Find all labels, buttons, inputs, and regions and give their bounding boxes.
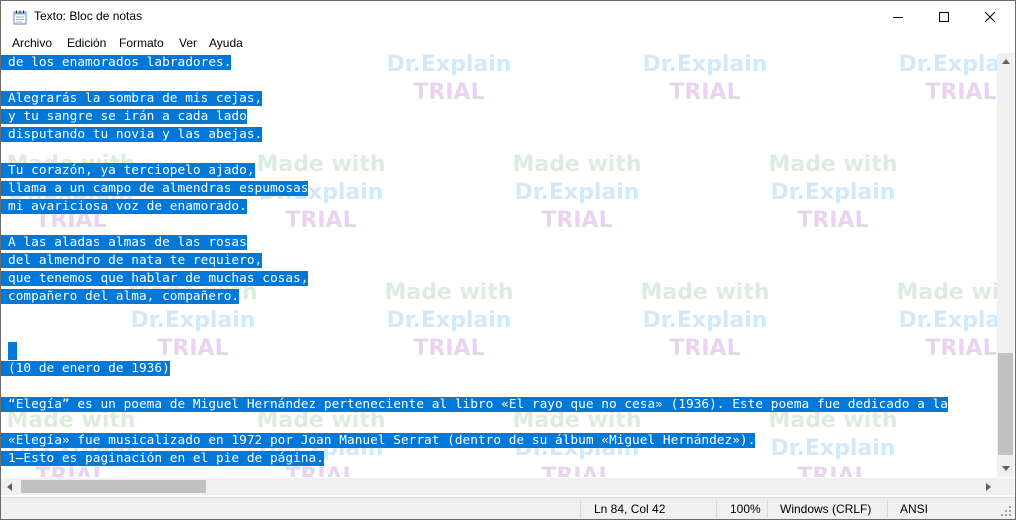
selected-text: A las aladas almas de las rosas: [1, 235, 247, 250]
selected-text: y tu sangre se irán a cada lado: [1, 109, 247, 124]
menu-edicion[interactable]: Edición: [67, 36, 106, 50]
horizontal-scroll-thumb[interactable]: [21, 480, 206, 493]
text-line: de los enamorados labradores.: [1, 54, 232, 72]
text-line: llama a un campo de almendras espumosas: [1, 180, 309, 198]
title-bar[interactable]: Texto: Bloc de notas: [1, 1, 1015, 33]
selected-text: disputando tu novia y las abejas.: [1, 127, 263, 142]
encoding: ANSI: [900, 502, 929, 516]
scrollbar-corner: [997, 478, 1014, 495]
text-line: mi avariciosa voz de enamorado.: [1, 198, 247, 216]
status-divider: [580, 500, 581, 518]
trial-watermark: Made withDr.ExplainTRIAL: [384, 280, 514, 361]
trial-watermark: Made withDr.ExplainTRIAL: [898, 53, 997, 105]
close-icon: [985, 12, 995, 22]
status-divider: [767, 500, 768, 518]
trial-watermark: Made withDr.ExplainTRIAL: [896, 280, 997, 361]
chevron-up-icon: [1001, 59, 1010, 64]
text-line: (10 de enero de 1936): [1, 360, 170, 378]
scroll-up-button[interactable]: [997, 53, 1014, 70]
selected-text: Alegrarás la sombra de mis cejas,: [1, 91, 263, 106]
text-line: compañero del alma, compañero.: [1, 288, 240, 306]
text-line: y tu sangre se irán a cada lado: [1, 108, 247, 126]
maximize-button[interactable]: [921, 1, 967, 33]
chevron-left-icon: [7, 482, 12, 491]
menu-formato[interactable]: Formato: [119, 36, 164, 50]
scroll-left-button[interactable]: [1, 478, 18, 495]
menu-ver[interactable]: Ver: [179, 36, 197, 50]
close-button[interactable]: [967, 1, 1013, 33]
minimize-button[interactable]: [875, 1, 921, 33]
selected-empty-line: [8, 342, 17, 360]
horizontal-scrollbar[interactable]: [1, 478, 997, 495]
zoom-level: 100%: [730, 502, 761, 516]
trial-watermark: Made withDr.ExplainTRIAL: [386, 53, 512, 105]
status-divider: [716, 500, 717, 518]
trial-watermark: Made withDr.ExplainTRIAL: [512, 152, 642, 233]
trial-watermark: Made withDr.ExplainTRIAL: [768, 408, 898, 477]
notepad-icon: [13, 10, 27, 25]
selected-text: «Elegía» fue musicalizado en 1972 por Jo…: [1, 433, 756, 448]
maximize-icon: [939, 12, 949, 22]
text-line: del almendro de nata te requiero,: [1, 252, 263, 270]
menu-ayuda[interactable]: Ayuda: [209, 36, 243, 50]
status-bar: Ln 84, Col 42 100% Windows (CRLF) ANSI: [1, 497, 1015, 519]
vertical-scroll-thumb[interactable]: [998, 353, 1013, 455]
vertical-scrollbar[interactable]: [997, 53, 1014, 477]
text-editor[interactable]: Made withDr.ExplainTRIAL Made withDr.Exp…: [1, 53, 997, 477]
trial-watermark: Made withDr.ExplainTRIAL: [768, 152, 898, 233]
selected-text: “Elegía” es un poema de Miguel Hernández…: [1, 397, 948, 412]
menu-archivo[interactable]: Archivo: [12, 36, 52, 50]
trial-watermark: Made withDr.ExplainTRIAL: [640, 280, 770, 361]
resize-grip-icon[interactable]: [1001, 506, 1012, 517]
text-line: que tenemos que hablar de muchas cosas,: [1, 270, 309, 288]
notepad-window: Texto: Bloc de notas Archivo Edición For…: [0, 0, 1016, 520]
selected-text: de los enamorados labradores.: [1, 55, 232, 70]
text-line: disputando tu novia y las abejas.: [1, 126, 263, 144]
window-title: Texto: Bloc de notas: [34, 9, 143, 23]
scroll-right-button[interactable]: [980, 478, 997, 495]
chevron-down-icon: [1001, 466, 1010, 471]
text-line: A las aladas almas de las rosas: [1, 234, 247, 252]
scroll-down-button[interactable]: [997, 460, 1014, 477]
text-line: Tu corazón, ya terciopelo ajado,: [1, 162, 255, 180]
selected-text: que tenemos que hablar de muchas cosas,: [1, 271, 309, 286]
cursor-position: Ln 84, Col 42: [594, 502, 666, 516]
selected-text: Tu corazón, ya terciopelo ajado,: [1, 163, 255, 178]
status-divider: [887, 500, 888, 518]
text-line: «Elegía» fue musicalizado en 1972 por Jo…: [1, 432, 756, 450]
selected-text: (10 de enero de 1936): [1, 361, 170, 376]
trial-watermark: Made withDr.ExplainTRIAL: [642, 53, 768, 105]
text-line: 1—Esto es paginación en el pie de página…: [1, 450, 324, 468]
menu-bar: Archivo Edición Formato Ver Ayuda: [1, 33, 1015, 53]
minimize-icon: [893, 17, 903, 18]
text-line: “Elegía” es un poema de Miguel Hernández…: [1, 396, 948, 414]
line-ending: Windows (CRLF): [780, 502, 872, 516]
selected-text: mi avariciosa voz de enamorado.: [1, 199, 247, 214]
chevron-right-icon: [986, 482, 991, 491]
selected-text: del almendro de nata te requiero,: [1, 253, 263, 268]
selected-text: llama a un campo de almendras espumosas: [1, 181, 309, 196]
selected-text: 1—Esto es paginación en el pie de página…: [1, 451, 324, 466]
selected-text: compañero del alma, compañero.: [1, 289, 240, 304]
text-line: Alegrarás la sombra de mis cejas,: [1, 90, 263, 108]
